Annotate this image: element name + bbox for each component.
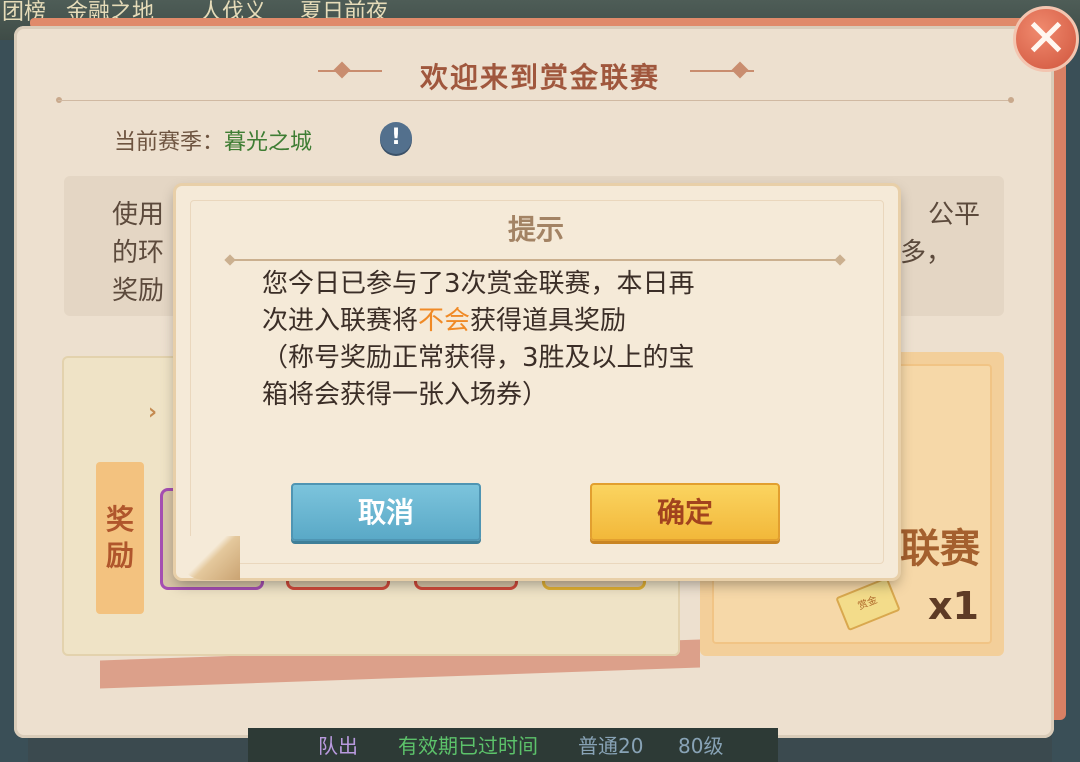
info-icon[interactable]: ! <box>380 122 412 154</box>
dialog-title: 提示 <box>507 213 564 246</box>
reward-tag: 奖 励 <box>96 462 144 614</box>
page-curl-decoration <box>178 536 240 580</box>
reward-tag-char: 励 <box>105 539 134 572</box>
panel-title-row: 欢迎来到赏金联赛 <box>0 56 1080 94</box>
season-value: 暮光之城 <box>224 130 313 155</box>
bg-bottom-text: 队出 <box>318 734 358 758</box>
message-line-2-pre: 次进入联赛将 <box>262 306 419 336</box>
reward-tag-char: 奖 <box>105 503 134 536</box>
message-line-4: 箱将会获得一张入场券） <box>262 380 549 410</box>
divider-dot-right <box>1008 97 1014 103</box>
bg-bottom-text: 80级 <box>678 734 724 758</box>
message-line-2-post: 获得道具奖励 <box>470 306 627 336</box>
message-line-1: 您今日已参与了3次赏金联赛，本日再 <box>262 269 695 299</box>
chevron-right-icon: › <box>148 400 158 425</box>
panel-title: 欢迎来到赏金联赛 <box>419 61 660 94</box>
description-line: 奖励 <box>112 276 165 306</box>
message-highlight: 不会 <box>418 306 471 336</box>
message-line-3: （称号奖励正常获得，3胜及以上的宝 <box>262 343 695 373</box>
bg-bottom-text: 普通20 <box>578 734 644 758</box>
bg-bottom-text: 有效期已过时间 <box>398 734 538 758</box>
entry-ticket-count: x1 <box>928 584 979 628</box>
season-row: 当前赛季：暮光之城 <box>114 124 312 156</box>
entry-ticket-name: 联赛 <box>900 526 980 572</box>
panel-divider <box>58 100 1014 101</box>
confirm-button[interactable]: 确定 <box>590 483 780 541</box>
dialog-message: 您今日已参与了3次赏金联赛，本日再 次进入联赛将不会获得道具奖励 （称号奖励正常… <box>262 266 802 414</box>
cancel-button[interactable]: 取消 <box>291 483 481 541</box>
dialog-divider <box>228 259 842 261</box>
background-bottom-bar: 队出 有效期已过时间 普通20 80级 <box>248 728 778 762</box>
season-label: 当前赛季： <box>114 130 225 155</box>
message-line-2: 次进入联赛将不会获得道具奖励 <box>262 303 802 340</box>
